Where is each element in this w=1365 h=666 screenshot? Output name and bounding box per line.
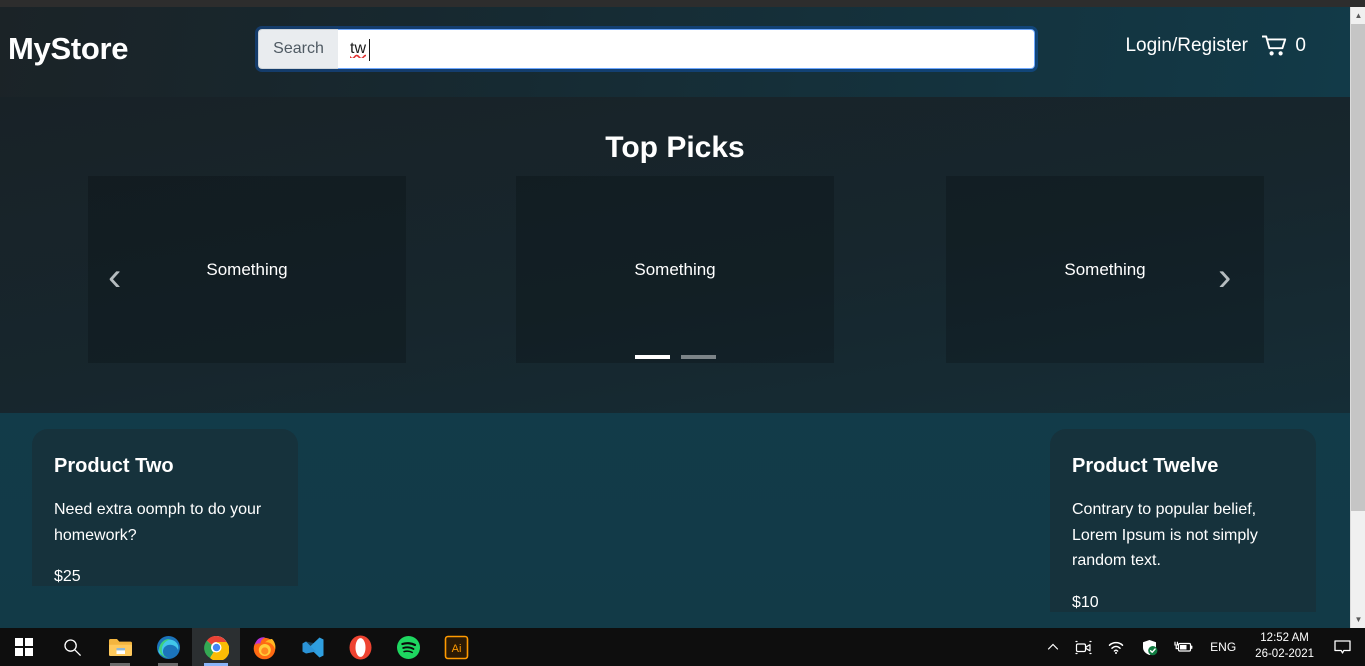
chevron-up-icon [1048,643,1059,650]
camera-icon [1075,640,1092,654]
taskbar-spotify[interactable] [384,628,432,666]
visual-studio-code-icon [302,637,323,657]
network-button[interactable] [1100,628,1133,666]
clock-time: 12:52 AM [1260,632,1309,645]
shield-icon [1143,639,1158,655]
adobe-illustrator-icon: Ai [444,635,468,659]
battery-button[interactable] [1166,628,1201,666]
carousel-indicator-2[interactable] [680,355,716,359]
carousel-slide[interactable]: Something [946,176,1264,363]
scrollbar-down-arrow-icon[interactable]: ▼ [1351,611,1365,628]
search-prefix-label[interactable]: Search [258,29,338,69]
spotify-icon [396,635,420,659]
product-price: $25 [54,568,81,586]
taskbar-visual-studio-code[interactable] [288,628,336,666]
chevron-right-icon[interactable]: › [1218,257,1231,297]
product-price: $10 [1072,593,1099,611]
section-title: Top Picks [605,131,745,164]
wifi-icon [1108,641,1124,654]
product-card[interactable]: Product Twelve Contrary to popular belie… [1050,429,1316,612]
product-title: Product Twelve [1072,455,1219,477]
taskbar-microsoft-edge[interactable] [144,628,192,666]
product-card[interactable]: Product Two Need extra oomph to do your … [32,429,298,587]
scrollbar-thumb[interactable] [1351,24,1365,511]
cart-count: 0 [1295,35,1306,56]
search-icon [63,638,81,656]
taskbar-google-chrome[interactable] [192,628,240,666]
scrollbar-up-arrow-icon[interactable]: ▲ [1351,7,1365,24]
action-center-button[interactable] [1324,628,1365,666]
clock-date: 26-02-2021 [1255,648,1314,660]
carousel-slide-label: Something [1064,259,1146,279]
system-tray: ENG 12:52 AM 26-02-2021 [1039,628,1365,666]
svg-text:Ai: Ai [451,643,461,655]
carousel-slide[interactable]: Something [516,176,834,363]
search-input-wrapper[interactable] [338,29,1035,69]
taskbar-file-explorer[interactable] [96,628,144,666]
taskbar-mozilla-firefox[interactable] [240,628,288,666]
vertical-scrollbar[interactable]: ▲ ▼ [1350,7,1365,628]
microsoft-edge-icon [156,635,180,659]
meet-now-button[interactable] [1067,628,1100,666]
product-title: Product Two [54,455,174,477]
taskbar-adobe-illustrator[interactable]: Ai [432,628,480,666]
carousel-slide-label: Something [206,259,288,279]
cart-icon [1262,35,1287,56]
carousel-indicator-1[interactable] [634,355,670,359]
carousel-slide[interactable]: Something [88,176,406,363]
carousel-slide-label: Something [634,259,716,279]
chevron-left-icon[interactable]: ‹ [108,257,121,297]
taskbar-search-button[interactable] [48,628,96,666]
show-hidden-icons-button[interactable] [1039,628,1067,666]
search-input[interactable] [350,40,1034,58]
windows-taskbar: Ai ENG 12:52 AM 26-02-2021 [0,628,1365,666]
opera-icon [349,635,371,659]
text-caret [369,39,370,61]
start-button[interactable] [0,628,48,666]
cart-link[interactable]: 0 [1262,35,1306,57]
google-chrome-icon [203,635,229,660]
taskbar-opera[interactable] [336,628,384,666]
product-description: Contrary to popular belief, Lorem Ipsum … [1072,501,1258,570]
clock[interactable]: 12:52 AM 26-02-2021 [1245,631,1324,662]
carousel-indicators [0,355,1350,359]
notification-icon [1334,639,1351,654]
carousel-section: Top Picks Something Something Something … [0,97,1350,413]
product-description: Need extra oomph to do your homework? [54,501,262,544]
page-viewport: MyStore Search Login/Register 0 Top Pick… [0,7,1350,628]
login-register-link[interactable]: Login/Register [1125,35,1248,57]
language-indicator[interactable]: ENG [1201,640,1245,654]
browser-chrome-strip [0,0,1365,7]
site-header: MyStore Search Login/Register 0 [0,7,1350,97]
battery-charging-icon [1174,641,1193,652]
brand-logo[interactable]: MyStore [8,31,129,67]
file-explorer-icon [108,638,132,656]
windows-security-button[interactable] [1133,628,1166,666]
mozilla-firefox-icon [253,636,275,659]
search-group: Search [258,29,1035,69]
windows-logo-icon [15,638,33,656]
